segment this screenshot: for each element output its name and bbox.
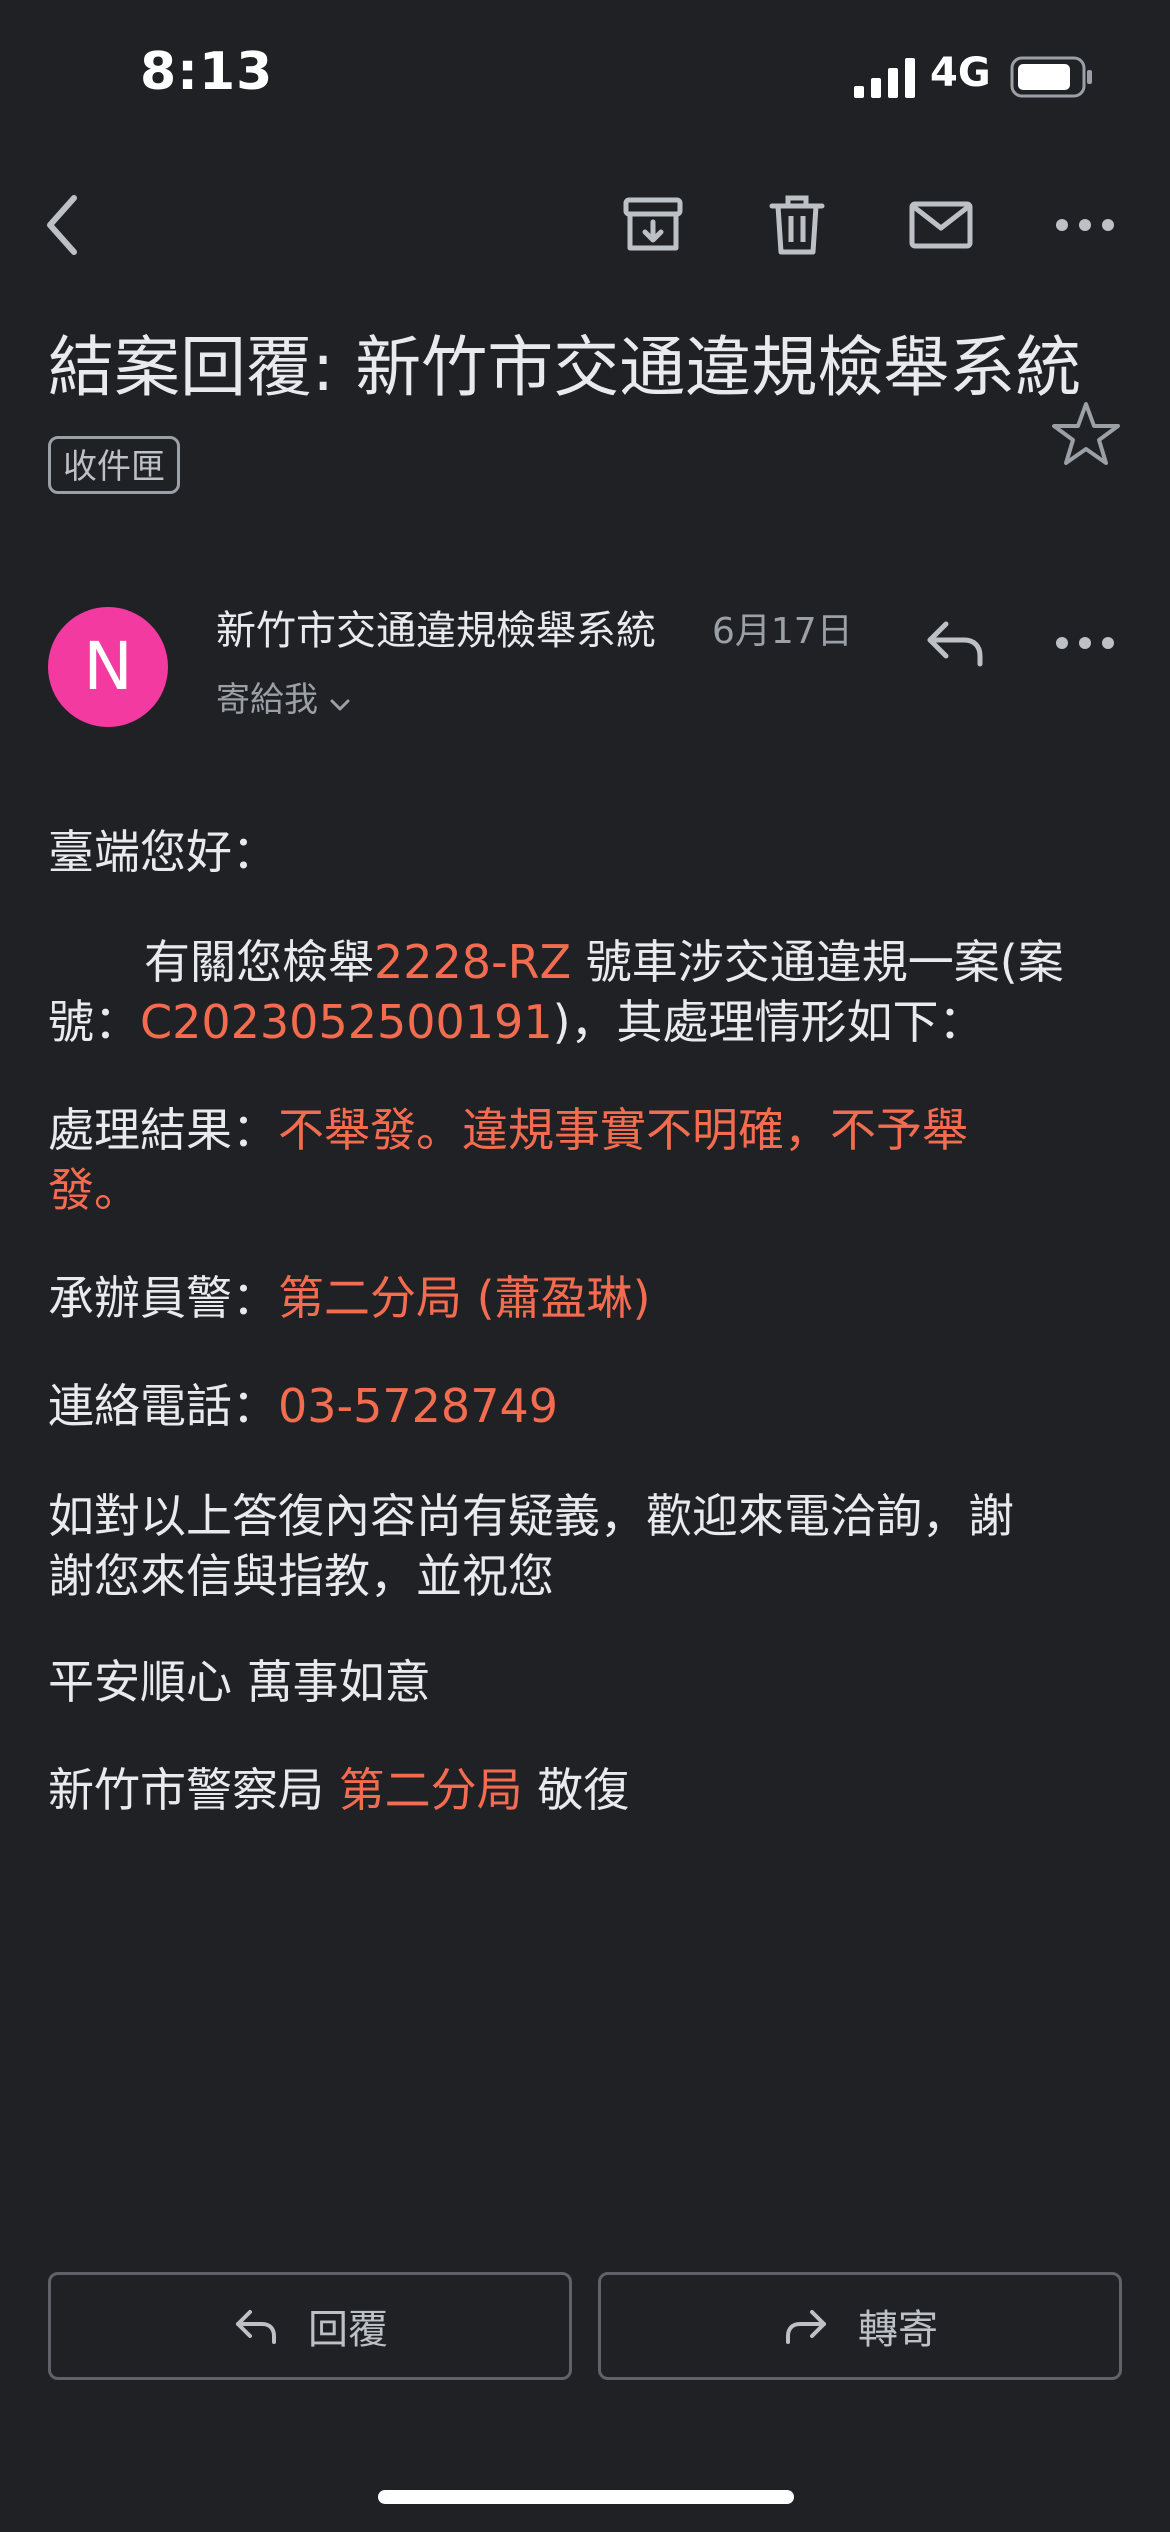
email-subject: 結案回覆: 新竹市交通違規檢舉系統 [48, 329, 1082, 406]
body-result: 處理結果：不舉發。違規事實不明確，不予舉 發。 [48, 1103, 968, 1217]
body-wish: 平安順心 萬事如意 [48, 1655, 431, 1709]
reply-button-label: 回覆 [308, 2307, 388, 2353]
archive-icon[interactable] [618, 190, 688, 260]
recipient-details[interactable]: 寄給我 [216, 672, 354, 721]
email-date: 6月17日 [712, 611, 853, 652]
chevron-down-icon [326, 688, 354, 716]
star-icon[interactable] [1050, 398, 1122, 470]
forward-icon [782, 2302, 830, 2350]
sender-more-icon[interactable] [1050, 608, 1120, 678]
signature-unit: 第二分局 [338, 1763, 523, 1817]
sender-name[interactable]: 新竹市交通違規檢舉系統 [216, 598, 656, 656]
forward-button[interactable]: 轉寄 [598, 2272, 1122, 2380]
body-phone: 連絡電話：03-5728749 [48, 1379, 558, 1433]
signal-icon [854, 58, 916, 98]
body-paragraph-case: 有關您檢舉2228-RZ 號車涉交通違規一案(案 號：C2023052500191… [48, 935, 1064, 1049]
body-officer: 承辦員警：第二分局 (蕭盈琳) [48, 1271, 651, 1325]
plate-number: 2228-RZ [374, 935, 572, 989]
reply-icon [232, 2302, 280, 2350]
forward-button-label: 轉寄 [858, 2307, 938, 2353]
status-time: 8:13 [140, 42, 274, 102]
back-icon[interactable] [30, 190, 100, 260]
body-closing: 如對以上答復內容尚有疑義，歡迎來電洽詢，謝 謝您來信與指教，並祝您 [48, 1489, 1014, 1603]
phone-value[interactable]: 03-5728749 [278, 1379, 558, 1433]
mark-unread-icon[interactable] [906, 190, 976, 260]
result-value: 不舉發。違規事實不明確，不予舉 [278, 1103, 968, 1157]
network-label: 4G [930, 50, 991, 96]
sender-avatar[interactable]: N [48, 607, 168, 727]
officer-value: 第二分局 (蕭盈琳) [278, 1271, 651, 1325]
reply-button[interactable]: 回覆 [48, 2272, 572, 2380]
home-indicator[interactable] [378, 2490, 794, 2504]
inbox-label-chip[interactable]: 收件匣 [48, 436, 180, 494]
recipient-label: 寄給我 [216, 680, 318, 720]
battery-icon [1010, 56, 1094, 98]
more-icon[interactable] [1050, 190, 1120, 260]
case-number: C2023052500191 [140, 995, 553, 1049]
reply-icon[interactable] [920, 608, 990, 678]
delete-icon[interactable] [762, 190, 832, 260]
body-signature: 新竹市警察局 第二分局 敬復 [48, 1763, 630, 1817]
body-greeting: 臺端您好： [48, 825, 278, 879]
